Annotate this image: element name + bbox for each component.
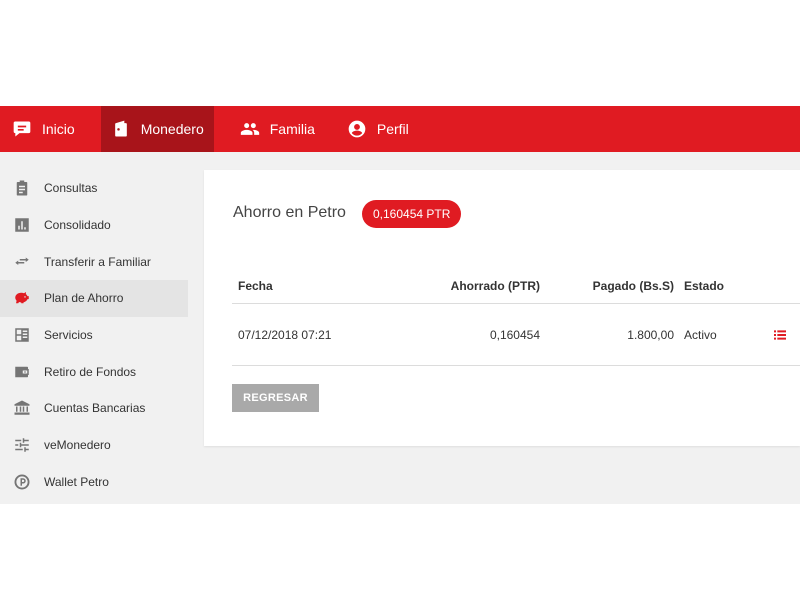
sidebar-item-plan-de-ahorro[interactable]: Plan de Ahorro [0,280,188,317]
nav-item-label: Monedero [140,121,204,137]
account-circle-icon [347,119,367,139]
sidebar-item-label: Cuentas Bancarias [44,401,146,416]
table-row: 07/12/2018 07:21 0,160454 1.800,00 Activ… [232,304,800,366]
sidebar-item-consolidado[interactable]: Consolidado [0,207,188,244]
nav-item-familia[interactable]: Familia [228,106,327,152]
table-header: Fecha Ahorrado (PTR) Pagado (Bs.S) Estad… [232,268,800,304]
nav-item-label: Familia [269,121,315,137]
sidebar-item-consultas[interactable]: Consultas [0,170,188,207]
services-icon [12,325,32,345]
swap-arrows-icon [12,252,32,272]
sidebar-item-transferir[interactable]: Transferir a Familiar [0,243,188,280]
nav-item-inicio[interactable]: Inicio [0,106,87,152]
header-fecha: Fecha [238,278,273,293]
nav-item-label: Inicio [42,121,75,137]
details-list-icon[interactable] [768,304,792,365]
sidebar-item-cuentas-bancarias[interactable]: Cuentas Bancarias [0,390,188,427]
sliders-icon [12,435,32,455]
piggy-bank-icon [12,288,32,308]
sidebar-item-label: Consolidado [44,218,111,233]
nav-item-label: Perfil [376,121,409,137]
people-icon [240,119,260,139]
nav-item-perfil[interactable]: Perfil [335,106,421,152]
back-button[interactable]: REGRESAR [232,384,319,412]
sidebar-item-retiro-de-fondos[interactable]: Retiro de Fondos [0,353,188,390]
header-pagado: Pagado (Bs.S) [592,278,674,293]
petro-coin-icon [12,472,32,492]
chat-icon [12,119,32,139]
sidebar-item-label: Servicios [44,328,93,343]
clipboard-icon [12,178,32,198]
wallet-icon [111,119,131,139]
bar-chart-icon [12,215,32,235]
sidebar-item-label: Plan de Ahorro [44,291,124,306]
nav-item-monedero[interactable]: Monedero [100,106,214,152]
sidebar-item-label: Transferir a Familiar [44,254,151,269]
content-area: Consultas Consolidado Transferir a Famil… [0,152,800,504]
bank-icon [12,398,32,418]
sidebar-item-vemonedero[interactable]: veMonedero [0,427,188,464]
sidebar-item-label: Retiro de Fondos [44,364,137,379]
header-ahorrado: Ahorrado (PTR) [450,278,540,293]
sidebar-item-label: Wallet Petro [44,474,109,489]
cell-pagado: 1.800,00 [627,327,674,342]
sidebar-item-label: veMonedero [44,438,111,453]
savings-card: Ahorro en Petro 0,160454 PTR Fecha Ahorr… [204,170,800,446]
sidebar: Consultas Consolidado Transferir a Famil… [0,170,188,500]
header-estado: Estado [684,278,725,293]
cell-fecha: 07/12/2018 07:21 [238,327,332,342]
top-navigation: Inicio Monedero Familia Perfil [0,106,800,152]
cell-ahorrado: 0,160454 [489,327,540,342]
sidebar-item-label: Consultas [44,181,98,196]
cell-estado: Activo [684,327,717,342]
sidebar-item-wallet-petro[interactable]: Wallet Petro [0,464,188,501]
savings-table: Fecha Ahorrado (PTR) Pagado (Bs.S) Estad… [232,268,800,366]
page-title: Ahorro en Petro [233,204,346,221]
wallet-withdraw-icon [12,362,32,382]
sidebar-item-servicios[interactable]: Servicios [0,317,188,354]
balance-badge: 0,160454 PTR [362,200,462,228]
